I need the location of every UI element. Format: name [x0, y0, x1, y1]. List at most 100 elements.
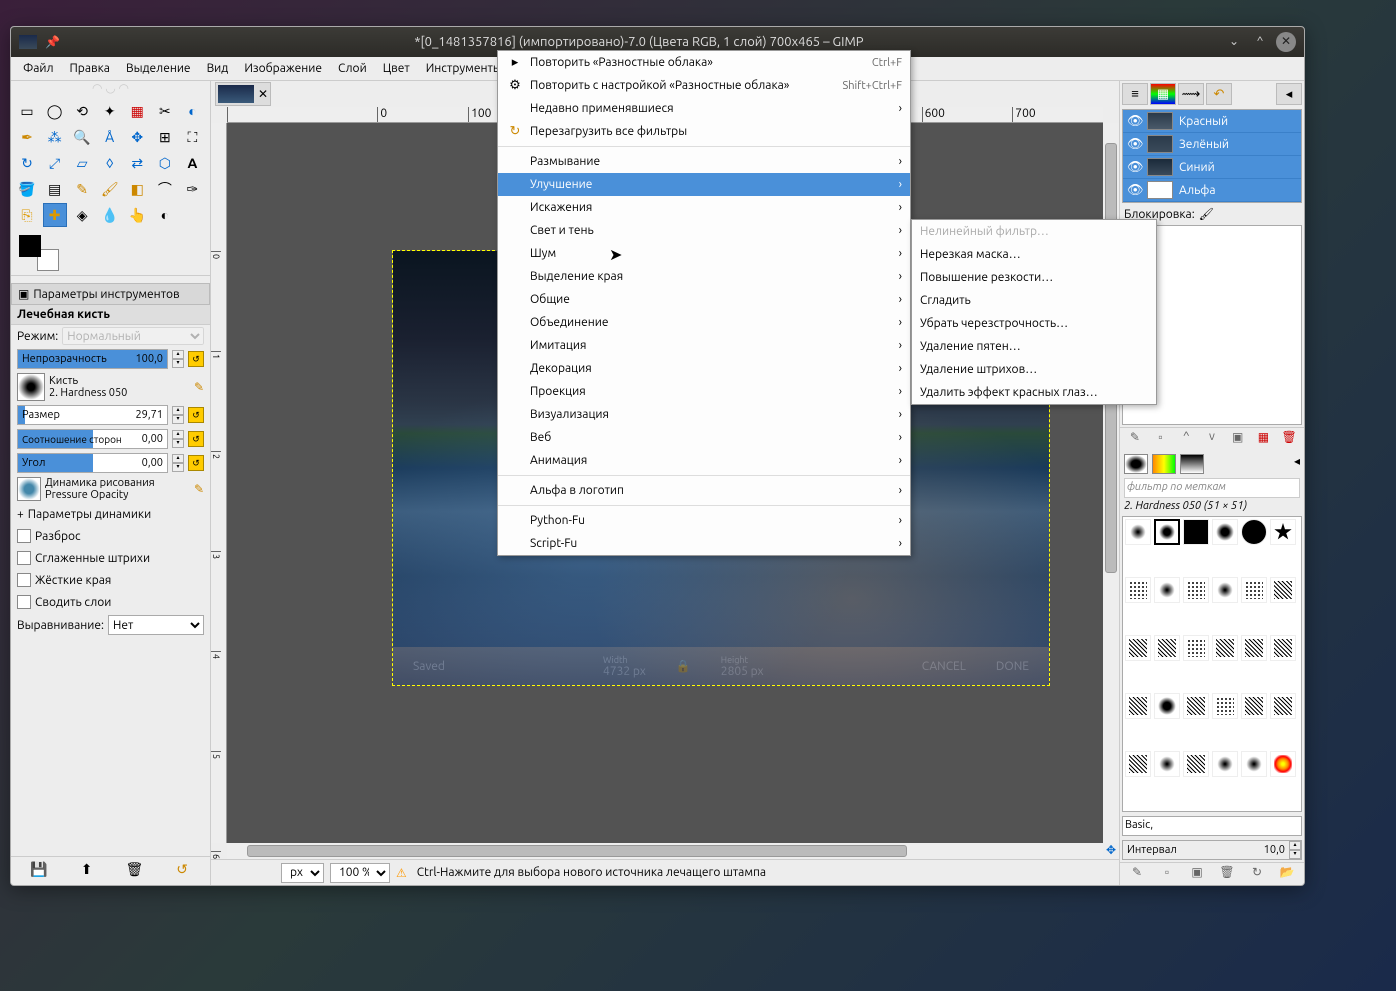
document-tab[interactable]: ✕ [215, 82, 271, 106]
lasso-tool[interactable]: ⟲ [70, 99, 94, 123]
undo-tab[interactable]: ↶ [1206, 83, 1232, 105]
eraser-tool[interactable]: ◧ [125, 177, 149, 201]
menu-file[interactable]: Файл [15, 58, 62, 79]
clone-tool[interactable]: ⎘ [15, 203, 39, 227]
dodge-tool[interactable]: ◐ [153, 203, 177, 227]
align-select[interactable]: Нет [108, 615, 204, 635]
flip-tool[interactable]: ⇄ [125, 151, 149, 175]
brush-item[interactable] [1125, 635, 1151, 661]
measure-tool[interactable]: Å [98, 125, 122, 149]
dynamics-edit-icon[interactable]: ✎ [194, 482, 204, 496]
paintbrush-tool[interactable]: 🖌 [98, 177, 122, 201]
minimize-button[interactable]: ⌄ [1224, 32, 1244, 52]
crop-tool[interactable]: ⛶ [180, 125, 204, 149]
angle-slider[interactable]: Угол 0,00 [17, 453, 168, 473]
brush-item[interactable] [1241, 693, 1267, 719]
brush-item[interactable] [1241, 519, 1267, 545]
brush-item[interactable] [1125, 693, 1151, 719]
maximize-button[interactable]: ^ [1250, 32, 1270, 52]
smudge-tool[interactable]: 👆 [125, 203, 149, 227]
raise-channel-icon[interactable]: ▫ [1152, 430, 1170, 448]
perspective-tool[interactable]: ◊ [98, 151, 122, 175]
opacity-spinner[interactable]: ▴▾ [172, 350, 184, 368]
eye-icon[interactable]: 👁 [1127, 137, 1141, 151]
menu-edit[interactable]: Правка [62, 58, 118, 79]
paths-tab[interactable]: ⟿ [1178, 83, 1204, 105]
brush-item[interactable] [1125, 519, 1151, 545]
brush-item[interactable] [1212, 635, 1238, 661]
blend-tool[interactable]: ▤ [43, 177, 67, 201]
menu-noise[interactable]: Шум› [498, 242, 910, 265]
menu-image[interactable]: Изображение [236, 58, 330, 79]
brush-item[interactable] [1270, 635, 1296, 661]
brush-item[interactable] [1270, 693, 1296, 719]
rotate-tool[interactable]: ↻ [15, 151, 39, 175]
airbrush-tool[interactable]: ⌒ [153, 177, 177, 201]
dup-brush-icon[interactable]: ▣ [1188, 865, 1206, 883]
size-spinner[interactable]: ▴▾ [172, 406, 184, 424]
brushes-tab[interactable] [1124, 454, 1148, 474]
paths-tool[interactable]: ✒ [15, 125, 39, 149]
menu-repeat-last[interactable]: ▸ Повторить «Разностные облака» Ctrl+F [498, 51, 910, 74]
bucket-fill-tool[interactable]: 🪣 [15, 177, 39, 201]
channel-blue[interactable]: 👁Синий [1123, 156, 1301, 179]
foreground-select-tool[interactable]: ◐ [180, 99, 204, 123]
menu-generic[interactable]: Общие› [498, 288, 910, 311]
dup-channel-icon[interactable]: v [1203, 430, 1221, 448]
brush-item[interactable] [1183, 693, 1209, 719]
brush-item[interactable] [1212, 751, 1238, 777]
submenu-red-eye[interactable]: Удалить эффект красных глаз… [912, 381, 1156, 404]
menu-view[interactable]: Вид [199, 58, 237, 79]
blur-tool[interactable]: 💧 [98, 203, 122, 227]
size-reset[interactable]: ↺ [188, 407, 204, 423]
brush-interval[interactable]: Интервал 10,0 ▴▾ [1122, 840, 1302, 860]
unit-select[interactable]: px [281, 863, 324, 883]
brush-item[interactable] [1183, 577, 1209, 603]
menu-distorts[interactable]: Искажения› [498, 196, 910, 219]
brush-item[interactable] [1241, 577, 1267, 603]
ellipse-select-tool[interactable]: ◯ [43, 99, 67, 123]
brush-item[interactable] [1154, 519, 1180, 545]
delete-preset-icon[interactable]: 🗑 [124, 861, 144, 881]
menu-python-fu[interactable]: Python-Fu› [498, 509, 910, 532]
done-button[interactable]: DONE [996, 660, 1029, 673]
menu-reset-filters[interactable]: ↻ Перезагрузить все фильтры [498, 120, 910, 143]
menu-recently-used[interactable]: Недавно применявшиеся › [498, 97, 910, 120]
color-picker-tool[interactable]: ⁂ [43, 125, 67, 149]
menu-blur[interactable]: Размывание› [498, 150, 910, 173]
menu-color[interactable]: Цвет [375, 58, 418, 79]
cage-tool[interactable]: ⬡ [153, 151, 177, 175]
zoom-tool[interactable]: 🔍 [70, 125, 94, 149]
align-tool[interactable]: ⊞ [153, 125, 177, 149]
menu-layer[interactable]: Слой [330, 58, 375, 79]
by-color-select-tool[interactable]: ▦ [125, 99, 149, 123]
lock-icon[interactable]: 🔒 [676, 659, 691, 673]
submenu-despeckle[interactable]: Удаление пятен… [912, 335, 1156, 358]
channel-alpha[interactable]: 👁Альфа [1123, 179, 1301, 202]
menu-render[interactable]: Визуализация› [498, 403, 910, 426]
brush-item[interactable] [1125, 751, 1151, 777]
ruler-vertical[interactable]: 0123456 [211, 123, 227, 843]
brush-filter-input[interactable]: фильтр по меткам [1124, 478, 1300, 498]
submenu-destripe[interactable]: Удаление штрихов… [912, 358, 1156, 381]
close-tab-icon[interactable]: ✕ [258, 87, 268, 101]
scale-tool[interactable]: ⤢ [43, 151, 67, 175]
interval-spinner[interactable]: ▴▾ [1289, 841, 1301, 859]
brush-item[interactable] [1154, 635, 1180, 661]
brush-item[interactable] [1154, 577, 1180, 603]
pencil-tool[interactable]: ✎ [70, 177, 94, 201]
tab-menu-icon[interactable]: ◂ [1276, 83, 1302, 105]
layers-tab[interactable]: ≡ [1122, 83, 1148, 105]
shear-tool[interactable]: ▱ [70, 151, 94, 175]
menu-web[interactable]: Веб› [498, 426, 910, 449]
brush-item[interactable] [1154, 751, 1180, 777]
perspective-clone-tool[interactable]: ◈ [70, 203, 94, 227]
eye-icon[interactable]: 👁 [1127, 160, 1141, 174]
menu-edge-detect[interactable]: Выделение края› [498, 265, 910, 288]
fuzzy-select-tool[interactable]: ✦ [98, 99, 122, 123]
channel-green[interactable]: 👁Зелёный [1123, 133, 1301, 156]
text-tool[interactable]: A [180, 151, 204, 175]
brush-item[interactable] [1212, 577, 1238, 603]
brush-preview[interactable] [17, 373, 45, 401]
move-tool[interactable]: ✥ [125, 125, 149, 149]
